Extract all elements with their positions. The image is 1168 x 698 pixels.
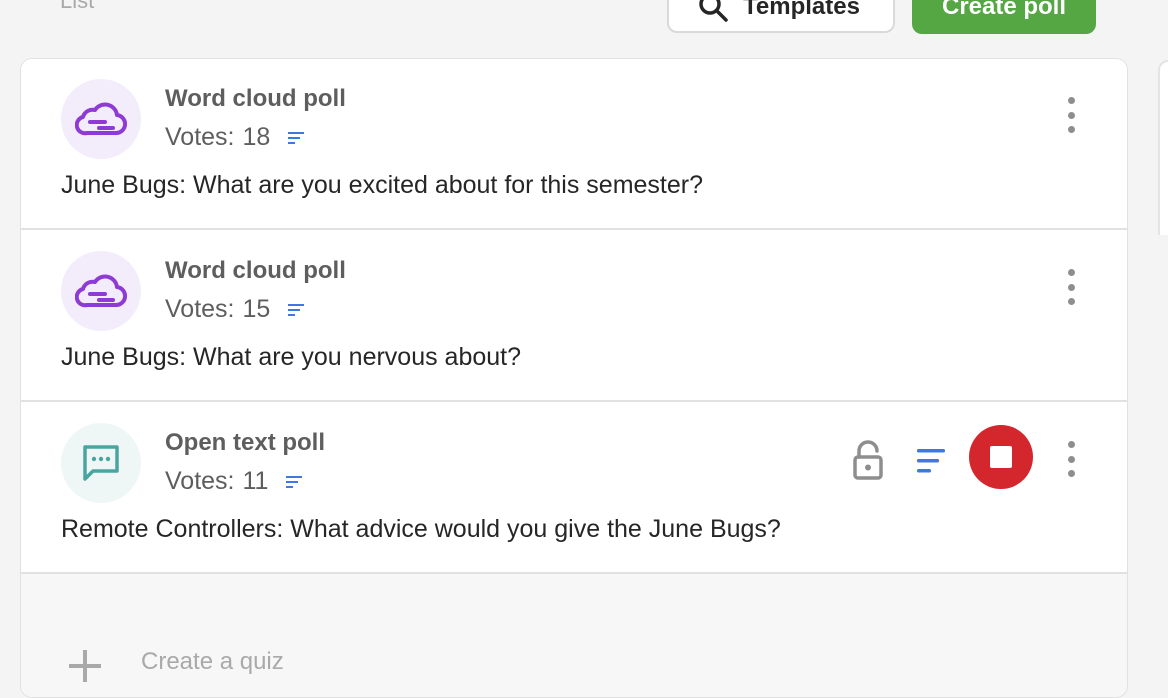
poll-item[interactable]: Word cloud poll Votes: 18 June Bugs: Wha… bbox=[21, 59, 1127, 230]
votes-count: 11 bbox=[242, 467, 269, 495]
poll-item[interactable]: Word cloud poll Votes: 15 June Bugs: Wha… bbox=[21, 231, 1127, 402]
unlock-icon[interactable] bbox=[851, 440, 885, 480]
create-quiz-label: Create a quiz bbox=[141, 648, 284, 675]
more-options-icon[interactable] bbox=[1055, 97, 1087, 133]
votes-count: 15 bbox=[242, 295, 271, 323]
word-cloud-poll-icon bbox=[61, 79, 141, 159]
poll-type-label: Word cloud poll bbox=[165, 85, 346, 112]
votes-row: Votes: 15 bbox=[165, 295, 306, 324]
votes-row: Votes: 11 bbox=[165, 467, 304, 496]
search-icon bbox=[699, 0, 728, 22]
poll-question: June Bugs: What are you nervous about? bbox=[61, 343, 522, 371]
list-label: List bbox=[60, 0, 95, 13]
stop-icon bbox=[990, 446, 1012, 468]
create-quiz-row[interactable]: Create a quiz bbox=[21, 574, 1127, 697]
votes-label: Votes: bbox=[165, 295, 235, 323]
sort-lines-icon bbox=[286, 475, 304, 489]
adjacent-panel-edge bbox=[1158, 60, 1168, 235]
results-icon[interactable] bbox=[915, 447, 949, 475]
stop-poll-button[interactable] bbox=[969, 425, 1033, 489]
word-cloud-poll-icon bbox=[61, 251, 141, 331]
votes-row: Votes: 18 bbox=[165, 123, 306, 152]
poll-question: Remote Controllers: What advice would yo… bbox=[61, 515, 781, 543]
poll-type-label: Word cloud poll bbox=[165, 257, 346, 284]
open-text-poll-icon bbox=[61, 423, 141, 503]
plus-icon bbox=[69, 650, 101, 682]
votes-label: Votes: bbox=[165, 123, 235, 151]
more-options-icon[interactable] bbox=[1055, 269, 1087, 305]
templates-button[interactable]: Templates bbox=[667, 0, 895, 33]
votes-count: 18 bbox=[242, 123, 271, 151]
more-options-icon[interactable] bbox=[1055, 441, 1087, 477]
sort-lines-icon bbox=[288, 131, 306, 145]
chat-bubble-icon bbox=[83, 445, 119, 481]
poll-type-label: Open text poll bbox=[165, 429, 326, 456]
create-poll-button[interactable]: Create poll bbox=[912, 0, 1096, 34]
poll-item-active[interactable]: Open text poll Votes: 11 Remote Controll… bbox=[21, 403, 1127, 574]
sort-lines-icon bbox=[288, 303, 306, 317]
cloud-icon bbox=[75, 274, 127, 308]
cloud-icon bbox=[75, 102, 127, 136]
votes-label: Votes: bbox=[165, 467, 235, 495]
poll-list: Word cloud poll Votes: 18 June Bugs: Wha… bbox=[20, 58, 1128, 698]
poll-question: June Bugs: What are you excited about fo… bbox=[61, 171, 704, 199]
templates-label: Templates bbox=[743, 0, 860, 20]
